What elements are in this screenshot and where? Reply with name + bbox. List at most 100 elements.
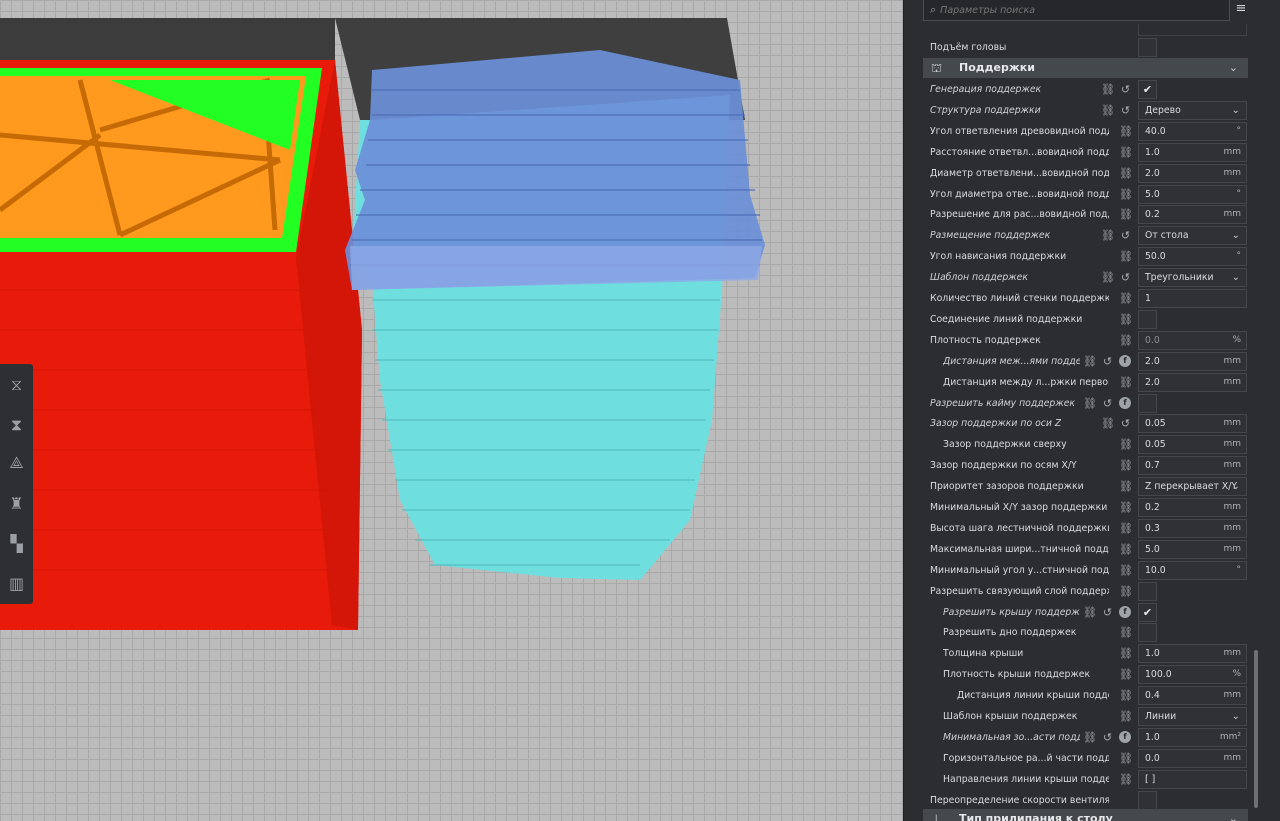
reset-icon[interactable]: ↺: [1101, 355, 1114, 368]
mirror-icon[interactable]: ♜: [3, 486, 30, 520]
setting-input[interactable]: 0.0 mm: [1138, 748, 1247, 768]
function-icon[interactable]: f: [1119, 605, 1131, 618]
support-tool-icon[interactable]: ⧖: [3, 368, 30, 402]
multiply-icon[interactable]: ▚: [3, 526, 30, 560]
setting-checkbox[interactable]: ✔: [1138, 80, 1157, 99]
function-icon[interactable]: f: [1119, 730, 1131, 743]
setting-dropdown[interactable]: Дерево ⌄: [1138, 100, 1247, 120]
function-icon[interactable]: f: [1119, 354, 1131, 367]
search-input[interactable]: [940, 4, 1211, 16]
setting-label: Угол нависания поддержки: [930, 251, 1067, 263]
setting-checkbox[interactable]: [1138, 309, 1157, 329]
3d-viewport[interactable]: ⧖ ⧗ ⟁ ♜ ▚ ▥: [0, 0, 903, 821]
chevron-down-icon: ⌄: [1231, 104, 1240, 116]
setting-input[interactable]: 40.0 °: [1138, 121, 1247, 141]
setting-input[interactable]: 0.05 mm: [1138, 435, 1247, 455]
reset-icon[interactable]: ↺: [1101, 731, 1114, 744]
setting-row: Угол диаметра отве...вовидной поддержки ⛓…: [923, 184, 1248, 205]
section-supports-header[interactable]: ⛫ Поддержки ⌄: [923, 58, 1248, 78]
reset-icon[interactable]: ↺: [1119, 417, 1132, 430]
setting-value: [ ]: [1145, 773, 1156, 785]
setting-input[interactable]: 0.4 mm: [1138, 686, 1247, 706]
setting-unit: mm: [1223, 690, 1241, 701]
setting-input[interactable]: 0.0%: [1138, 330, 1247, 350]
link-icon: ⛓: [1119, 438, 1133, 452]
search-bar[interactable]: ⌕: [923, 0, 1230, 21]
setting-checkbox[interactable]: [1138, 790, 1157, 810]
settings-scrollbar[interactable]: [1254, 650, 1258, 808]
link-icon: ⛓: [1083, 396, 1097, 410]
setting-input[interactable]: 0.3 mm: [1138, 518, 1247, 538]
setting-value: От стола: [1145, 230, 1189, 242]
setting-label: Зазор поддержки по осям X/Y: [930, 460, 1077, 472]
setting-label: Минимальный угол у...стничной поддержки: [930, 564, 1109, 576]
chevron-down-icon: ⌄: [1231, 272, 1240, 284]
setting-label: Высота шага лестничной поддержки: [930, 522, 1109, 534]
setting-input[interactable]: 0.05 mm: [1138, 414, 1247, 434]
reset-icon[interactable]: ↺: [1101, 606, 1114, 619]
setting-label: Дистанция между л...ржки первого слоя: [943, 376, 1109, 388]
setting-label: Дистанция меж...ями поддержки: [943, 355, 1080, 367]
setting-row: Высота шага лестничной поддержки ⛓ 0.3 mm: [923, 518, 1248, 539]
setting-checkbox[interactable]: [1138, 623, 1157, 643]
setting-input[interactable]: 100.0%: [1138, 665, 1247, 685]
setting-label: Соединение линий поддержки: [930, 313, 1083, 325]
hamburger-menu-icon[interactable]: ≡: [1234, 2, 1248, 16]
setting-dropdown[interactable]: От стола ⌄: [1138, 226, 1247, 246]
setting-dropdown[interactable]: Треугольники ⌄: [1138, 268, 1247, 288]
setting-input[interactable]: 2.0 mm: [1138, 351, 1247, 371]
setting-label: Максимальная шири...тничной поддержки: [930, 543, 1109, 555]
setting-checkbox[interactable]: [1138, 38, 1157, 57]
setting-row: Подъём головы: [923, 37, 1248, 58]
reset-icon[interactable]: ↺: [1119, 104, 1132, 117]
setting-value: 5.0: [1145, 543, 1160, 555]
setting-input[interactable]: 5.0 °: [1138, 184, 1247, 204]
support-blocker-icon[interactable]: ⟁: [3, 446, 30, 480]
adhesion-section-icon: ⊥: [931, 812, 942, 821]
setting-input[interactable]: 5.0 mm: [1138, 539, 1247, 559]
setting-input[interactable]: 1.0 mm²: [1138, 727, 1247, 747]
setting-label: Переопределение скорости вентилятора: [930, 794, 1109, 806]
link-icon: ⛓: [1119, 312, 1133, 326]
link-icon: ⛓: [1101, 417, 1115, 431]
setting-input[interactable]: 0.2 mm: [1138, 205, 1247, 225]
reset-icon[interactable]: ↺: [1119, 83, 1132, 96]
setting-checkbox[interactable]: [1138, 393, 1157, 413]
setting-input[interactable]: 1: [1138, 289, 1247, 308]
setting-unit: mm: [1223, 648, 1241, 659]
reset-icon[interactable]: ↺: [1101, 397, 1114, 410]
per-model-settings-icon[interactable]: ⧗: [3, 408, 30, 442]
setting-row: Дистанция меж...ями поддержки⛓ ↺ f 2.0 mm: [923, 351, 1248, 372]
setting-dropdown[interactable]: Z перекрывает X/Y ⌄: [1138, 477, 1247, 497]
setting-value: Треугольники: [1145, 272, 1214, 284]
setting-checkbox[interactable]: [1138, 581, 1157, 601]
reset-icon[interactable]: ↺: [1119, 271, 1132, 284]
section-adhesion-header[interactable]: ⊥ Тип прилипания к столу ⌄: [923, 809, 1248, 821]
function-icon[interactable]: f: [1119, 396, 1131, 409]
setting-input[interactable]: 50.0 °: [1138, 247, 1247, 267]
reset-icon[interactable]: ↺: [1119, 229, 1132, 242]
setting-unit: mm²: [1219, 731, 1241, 742]
setting-input[interactable]: 0.2 mm: [1138, 498, 1247, 517]
setting-input[interactable]: 2.0 mm: [1138, 372, 1247, 392]
setting-label: Разрешить связующий слой поддержки: [930, 585, 1109, 597]
setting-checkbox[interactable]: ✔: [1138, 602, 1157, 622]
setting-input[interactable]: [ ]: [1138, 769, 1247, 789]
chevron-down-icon: ⌄: [1228, 61, 1238, 74]
setting-input[interactable]: 1.0 mm: [1138, 644, 1247, 664]
link-icon: ⛓: [1119, 501, 1133, 514]
tool-panel: ⧖ ⧗ ⟁ ♜ ▚ ▥: [0, 364, 33, 604]
setting-unit: mm: [1223, 543, 1241, 554]
setting-input[interactable]: 2.0 mm: [1138, 163, 1247, 183]
setting-dropdown[interactable]: Линии ⌄: [1138, 707, 1247, 726]
setting-input[interactable]: 0.7 mm: [1138, 456, 1247, 476]
setting-row: Минимальный угол у...стничной поддержки ⛓…: [923, 560, 1248, 581]
link-icon: ⛓: [1119, 333, 1133, 347]
link-icon: ⛓: [1119, 480, 1133, 494]
setting-row: Разрешить крышу поддержек ⛓ ↺ f ✔: [923, 602, 1248, 623]
setting-value: 0.2: [1145, 502, 1160, 513]
setting-input[interactable]: 1.0 mm: [1138, 142, 1247, 162]
setting-row: Шаблон крыши поддержек ⛓ Линии ⌄: [923, 706, 1248, 727]
layer-icon[interactable]: ▥: [3, 566, 30, 600]
setting-input[interactable]: 10.0 °: [1138, 560, 1247, 580]
